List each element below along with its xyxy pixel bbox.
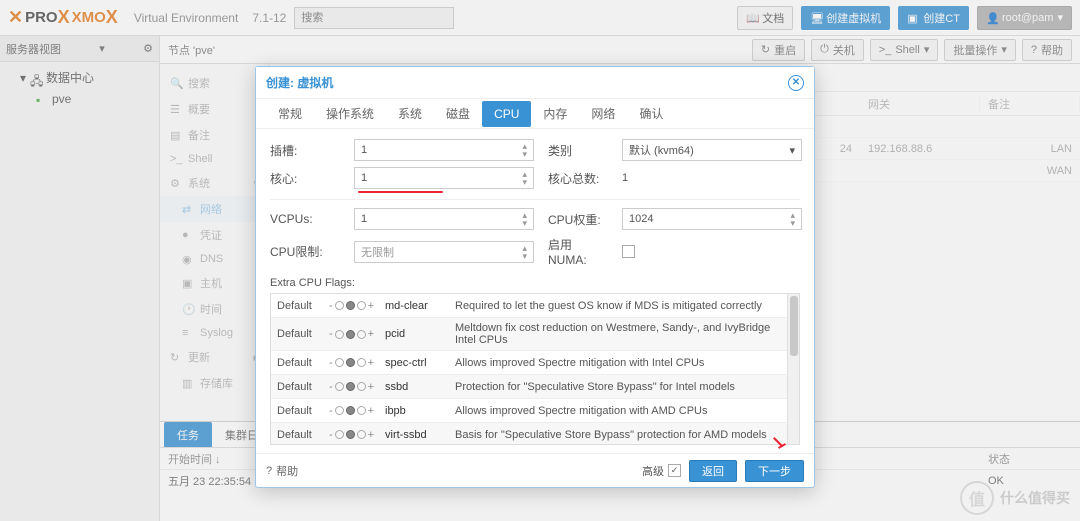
total-cores-label: 核心总数: xyxy=(548,170,608,187)
flag-description: Allows improved Spectre mitigation with … xyxy=(455,357,793,369)
tab-disk[interactable]: 磁盘 xyxy=(434,99,482,128)
flag-tristate-toggle[interactable]: - + xyxy=(329,328,377,340)
flag-tristate-toggle[interactable]: - + xyxy=(329,300,377,312)
cores-input[interactable]: 1▴▾ xyxy=(354,167,534,189)
flag-tristate-toggle[interactable]: - + xyxy=(329,405,377,417)
flag-default-label: Default xyxy=(277,429,321,441)
flag-tristate-toggle[interactable]: - + xyxy=(329,381,377,393)
flags-scrollbar[interactable] xyxy=(787,294,799,444)
close-button[interactable]: ✕ xyxy=(788,75,804,91)
flag-description: Allows improved Spectre mitigation with … xyxy=(455,405,793,417)
flag-default-label: Default xyxy=(277,328,321,340)
cpu-type-combo[interactable]: 默认 (kvm64)▾ xyxy=(622,139,802,161)
limit-label: CPU限制: xyxy=(270,243,340,260)
spinner-arrows-icon[interactable]: ▴▾ xyxy=(522,142,527,158)
cpu-flag-row: Default - + ibpb Allows improved Spectre mi… xyxy=(271,399,799,423)
spinner-arrows-icon[interactable]: ▴▾ xyxy=(522,170,527,186)
advanced-toggle[interactable]: 高级 ✓ xyxy=(642,463,681,479)
flag-name: md-clear xyxy=(385,300,447,312)
flag-name: ibpb xyxy=(385,405,447,417)
cpu-weight-input[interactable]: 1024▴▾ xyxy=(622,208,802,230)
tab-system[interactable]: 系统 xyxy=(386,99,434,128)
spinner-arrows-icon[interactable]: ▴▾ xyxy=(522,244,527,260)
cpu-flag-row: Default - + md-clear Required to let the gu… xyxy=(271,294,799,318)
flag-name: spec-ctrl xyxy=(385,357,447,369)
tab-network[interactable]: 网络 xyxy=(579,99,627,128)
flag-description: Required to let the guest OS know if MDS… xyxy=(455,300,793,312)
weight-label: CPU权重: xyxy=(548,211,608,228)
cpu-flags-grid: Default - + md-clear Required to let the gu… xyxy=(270,293,800,445)
flag-description: Meltdown fix cost reduction on Westmere,… xyxy=(455,322,793,346)
next-button[interactable]: 下一步 xyxy=(745,460,804,482)
tab-cpu[interactable]: CPU xyxy=(482,101,531,127)
flag-default-label: Default xyxy=(277,405,321,417)
tab-os[interactable]: 操作系统 xyxy=(314,99,386,128)
tab-general[interactable]: 常规 xyxy=(266,99,314,128)
watermark-text: 什么值得买 xyxy=(1000,488,1070,508)
flag-name: pcid xyxy=(385,328,447,340)
cpu-flag-row: Default - + spec-ctrl Allows improved Spect… xyxy=(271,351,799,375)
vcpus-label: VCPUs: xyxy=(270,212,340,226)
cpu-flag-row: Default - + ssbd Protection for "Speculativ… xyxy=(271,375,799,399)
spinner-arrows-icon[interactable]: ▴▾ xyxy=(522,211,527,227)
cores-label: 核心: xyxy=(270,170,340,187)
advanced-checkbox[interactable]: ✓ xyxy=(668,464,681,477)
annotation-arrow xyxy=(772,437,788,449)
help-icon: ? xyxy=(266,465,272,477)
tab-confirm[interactable]: 确认 xyxy=(627,99,675,128)
cpu-flag-row: Default - + virt-ssbd Basis for "Speculativ… xyxy=(271,423,799,445)
annotation-underline xyxy=(358,191,443,193)
vcpus-input[interactable]: 1▴▾ xyxy=(354,208,534,230)
watermark: 值 什么值得买 xyxy=(960,481,1070,515)
numa-checkbox[interactable] xyxy=(622,245,635,258)
flag-default-label: Default xyxy=(277,357,321,369)
watermark-icon: 值 xyxy=(960,481,994,515)
sockets-input[interactable]: 1▴▾ xyxy=(354,139,534,161)
flag-default-label: Default xyxy=(277,300,321,312)
create-vm-wizard: 创建: 虚拟机 ✕ 常规 操作系统 系统 磁盘 CPU 内存 网络 确认 插槽:… xyxy=(255,66,815,488)
total-cores-value: 1 xyxy=(622,172,802,184)
flag-tristate-toggle[interactable]: - + xyxy=(329,429,377,441)
numa-label: 启用NUMA: xyxy=(548,236,608,267)
flag-default-label: Default xyxy=(277,381,321,393)
flag-tristate-toggle[interactable]: - + xyxy=(329,357,377,369)
modal-help-button[interactable]: ?帮助 xyxy=(266,463,298,479)
cpu-limit-input[interactable]: 无限制▴▾ xyxy=(354,241,534,263)
type-label: 类别 xyxy=(548,142,608,159)
sockets-label: 插槽: xyxy=(270,142,340,159)
wizard-tabs: 常规 操作系统 系统 磁盘 CPU 内存 网络 确认 xyxy=(256,99,814,129)
flag-name: virt-ssbd xyxy=(385,429,447,441)
scroll-thumb[interactable] xyxy=(790,296,798,356)
flag-name: ssbd xyxy=(385,381,447,393)
cpu-flag-row: Default - + pcid Meltdown fix cost reductio… xyxy=(271,318,799,351)
flag-description: Basis for "Speculative Store Bypass" pro… xyxy=(455,429,793,441)
extra-flags-label: Extra CPU Flags: xyxy=(270,277,800,289)
back-button[interactable]: 返回 xyxy=(689,460,737,482)
tab-memory[interactable]: 内存 xyxy=(531,99,579,128)
modal-title: 创建: 虚拟机 xyxy=(266,74,333,91)
flag-description: Protection for "Speculative Store Bypass… xyxy=(455,381,793,393)
chevron-down-icon: ▾ xyxy=(789,144,795,157)
spinner-arrows-icon[interactable]: ▴▾ xyxy=(790,211,795,227)
